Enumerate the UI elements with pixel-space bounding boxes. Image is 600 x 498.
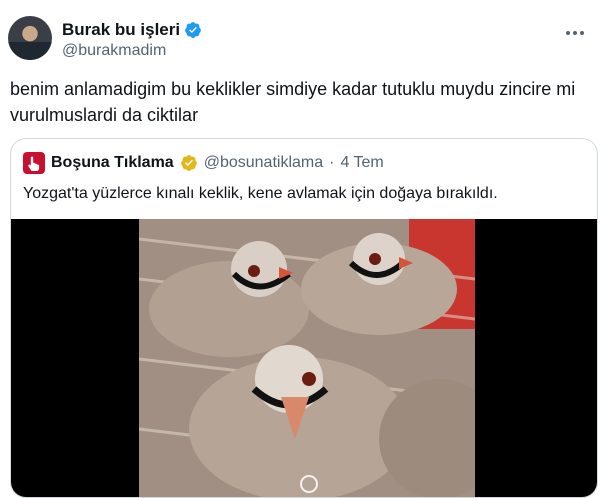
quoted-tweet-header: Boşuna Tıklama @bosunatiklama · 4 Tem [23,152,384,174]
media-indicator-icon [300,475,318,493]
more-dot-icon [566,31,570,35]
quoted-author-name[interactable]: Boşuna Tıklama [51,154,174,172]
more-options-button[interactable] [564,22,586,44]
more-dot-icon [573,31,577,35]
quoted-author-avatar[interactable] [23,152,45,174]
pointer-hand-icon [28,156,40,171]
quoted-media[interactable] [11,219,597,497]
author-avatar[interactable] [8,16,52,60]
tweet-text: benim anlamadigim bu keklikler simdiye k… [10,79,576,125]
separator-dot: · [329,154,335,171]
author-name-row: Burak bu işleri [62,20,202,40]
partridges-illustration [139,219,475,497]
tweet-card: Burak bu işleri @burakmadim benim anlama… [0,0,600,498]
partridge-photo [139,219,475,497]
quoted-author-handle[interactable]: @bosunatiklama [204,154,323,172]
more-dot-icon [580,31,584,35]
quoted-tweet-date[interactable]: 4 Tem [340,154,383,172]
gold-verified-badge-icon [180,155,197,171]
verified-badge-icon [185,22,201,38]
author-handle[interactable]: @burakmadim [62,42,166,60]
quoted-tweet-text: Yozgat'ta yüzlerce kınalı keklik, kene a… [23,185,498,202]
author-display-name[interactable]: Burak bu işleri [62,20,180,40]
quoted-tweet[interactable]: Boşuna Tıklama @bosunatiklama · 4 Tem Yo… [10,138,598,498]
avatar-shade [8,42,52,60]
